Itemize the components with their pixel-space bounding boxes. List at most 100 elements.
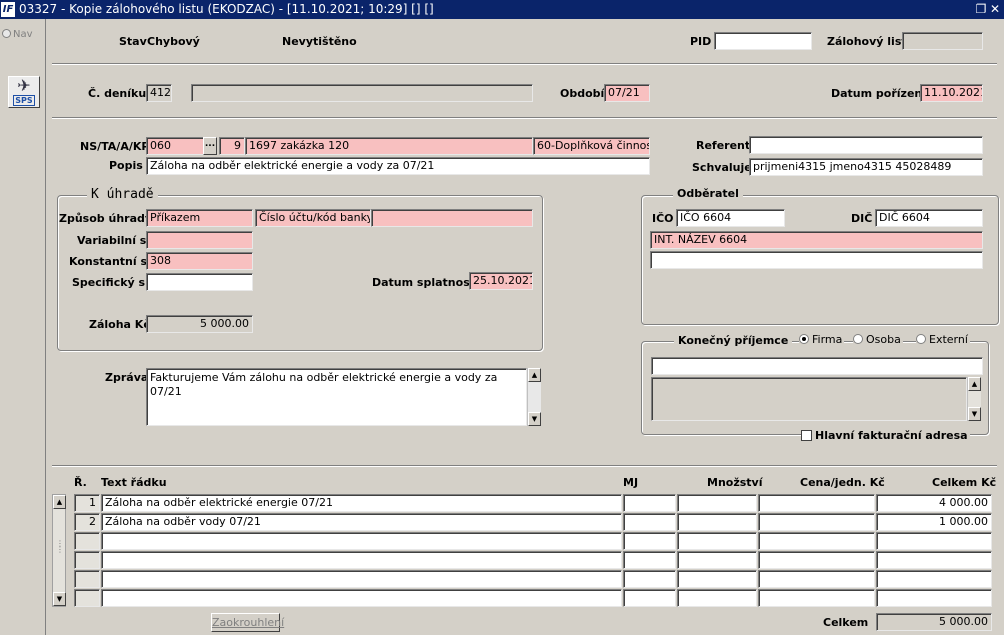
line-cell-text[interactable] xyxy=(101,532,622,550)
nav-toggle[interactable]: Nav xyxy=(2,29,33,40)
dic-field[interactable]: DIČ 6604 xyxy=(875,209,983,227)
kp-field[interactable]: 60-Doplňková činnost xyxy=(533,137,650,155)
line-cell-text[interactable] xyxy=(101,589,622,607)
line-cell-r[interactable] xyxy=(74,589,100,607)
ucet-field[interactable]: Číslo účtu/kód banky xyxy=(255,209,371,227)
line-cell-celkem[interactable] xyxy=(876,570,992,588)
celkem-label: Celkem xyxy=(823,616,869,629)
zaloha-field[interactable]: 5 000.00 xyxy=(146,315,253,333)
obdobi-field[interactable]: 07/21 xyxy=(604,84,650,102)
celkem-field[interactable]: 5 000.00 xyxy=(876,613,992,631)
line-cell-text[interactable]: Záloha na odběr elektrické energie 07/21 xyxy=(101,494,622,512)
referent-field[interactable] xyxy=(749,136,983,154)
line-cell-mj[interactable] xyxy=(623,513,676,531)
col-header-r: Ř. xyxy=(74,476,87,489)
ns-lov-button[interactable]: ... xyxy=(203,137,217,155)
prijemce-option-firma[interactable]: Firma xyxy=(799,333,845,346)
datum-porizeni-label: Datum pořízení xyxy=(831,87,927,100)
line-cell-mnozstvi[interactable] xyxy=(677,494,757,512)
main-form: Stav Chybový Nevytištěno PID Zálohový li… xyxy=(47,19,1004,635)
line-cell-mj[interactable] xyxy=(623,589,676,607)
line-cell-text[interactable] xyxy=(101,551,622,569)
referent-label: Referent xyxy=(696,139,751,152)
line-cell-mnozstvi[interactable] xyxy=(677,570,757,588)
zprava-field[interactable]: Fakturujeme Vám zálohu na odběr elektric… xyxy=(146,368,527,426)
line-cell-r[interactable]: 2 xyxy=(74,513,100,531)
line-cell-celkem[interactable]: 4 000.00 xyxy=(876,494,992,512)
restore-icon[interactable]: ❐ xyxy=(974,1,988,17)
line-cell-cena[interactable] xyxy=(758,551,875,569)
sps-button[interactable]: ✈ SPS xyxy=(8,76,40,108)
prijemce-option-osoba[interactable]: Osoba xyxy=(853,333,903,346)
line-cell-celkem[interactable] xyxy=(876,532,992,550)
a-field[interactable]: 1697 zakázka 120 xyxy=(245,137,533,155)
splatnost-field[interactable]: 25.10.2021 xyxy=(469,272,533,290)
banka-field[interactable] xyxy=(371,209,533,227)
ico-field[interactable]: IČO 6604 xyxy=(676,209,785,227)
uhrada-title: K úhradě xyxy=(87,187,158,202)
line-cell-r[interactable] xyxy=(74,551,100,569)
line-cell-r[interactable]: 1 xyxy=(74,494,100,512)
line-cell-cena[interactable] xyxy=(758,513,875,531)
denik-label: Č. deníku xyxy=(88,87,147,100)
ns-field[interactable]: 060 xyxy=(146,137,204,155)
konstantni-field[interactable]: 308 xyxy=(146,252,253,270)
prijemce-name-field[interactable] xyxy=(651,357,983,375)
line-cell-mj[interactable] xyxy=(623,494,676,512)
hlavni-adresa-checkbox[interactable]: Hlavní fakturační adresa xyxy=(801,429,970,442)
line-cell-mnozstvi[interactable] xyxy=(677,532,757,550)
schvaluje-label: Schvaluje xyxy=(692,161,752,174)
zpusob-uhrady-field[interactable]: Příkazem xyxy=(146,209,253,227)
checkbox-icon xyxy=(801,430,812,441)
denik-desc-field[interactable] xyxy=(191,84,533,102)
prijemce-option-externi[interactable]: Externí xyxy=(916,333,970,346)
scroll-down-icon[interactable]: ▼ xyxy=(528,412,541,426)
pid-field[interactable] xyxy=(714,32,812,50)
line-cell-celkem[interactable] xyxy=(876,551,992,569)
schvaluje-field[interactable]: prijmeni4315 jmeno4315 45028489 xyxy=(749,158,983,176)
close-icon[interactable]: ✕ xyxy=(988,1,1002,17)
ta-field[interactable]: 9 xyxy=(219,137,245,155)
line-cell-cena[interactable] xyxy=(758,570,875,588)
line-cell-r[interactable] xyxy=(74,570,100,588)
scroll-up-icon[interactable]: ▲ xyxy=(53,495,66,509)
line-cell-mnozstvi[interactable] xyxy=(677,551,757,569)
line-cell-mj[interactable] xyxy=(623,532,676,550)
option-label: Externí xyxy=(929,333,968,346)
line-cell-cena[interactable] xyxy=(758,532,875,550)
line-cell-mnozstvi[interactable] xyxy=(677,513,757,531)
prijemce-scrollbar[interactable]: ▲ ▼ xyxy=(967,377,981,421)
line-cell-celkem[interactable] xyxy=(876,589,992,607)
scroll-down-icon[interactable]: ▼ xyxy=(968,407,981,421)
line-cell-text[interactable]: Záloha na odběr vody 07/21 xyxy=(101,513,622,531)
dic-label: DIČ xyxy=(851,212,873,225)
scroll-grip-icon[interactable]: ⋮ ⋮ xyxy=(56,540,64,554)
line-cell-r[interactable] xyxy=(74,532,100,550)
zaokrouhleni-button[interactable]: Zaokrouhlení xyxy=(211,613,284,632)
odberatel-nazev-field[interactable]: INT. NÁZEV 6604 xyxy=(650,231,983,249)
specificky-field[interactable] xyxy=(146,273,253,291)
line-cell-text[interactable] xyxy=(101,570,622,588)
line-cell-celkem[interactable]: 1 000.00 xyxy=(876,513,992,531)
zalohovy-list-field[interactable] xyxy=(902,32,983,50)
odberatel-extra-field[interactable] xyxy=(650,251,983,269)
prijemce-address-field[interactable] xyxy=(651,377,967,421)
denik-field[interactable]: 412 xyxy=(146,84,172,102)
line-cell-cena[interactable] xyxy=(758,494,875,512)
popis-field[interactable]: Záloha na odběr elektrické energie a vod… xyxy=(146,157,650,175)
col-header-mnozstvi: Množství xyxy=(707,476,763,489)
hlavni-adresa-label: Hlavní fakturační adresa xyxy=(815,429,968,442)
scroll-down-icon[interactable]: ▼ xyxy=(53,592,66,606)
zprava-scrollbar[interactable]: ▲ ▼ xyxy=(527,368,541,426)
line-cell-mj[interactable] xyxy=(623,570,676,588)
scroll-up-icon[interactable]: ▲ xyxy=(528,368,541,382)
variabilni-field[interactable] xyxy=(146,231,253,249)
ns-label: NS/TA/A/KP xyxy=(80,140,150,153)
line-cell-mj[interactable] xyxy=(623,551,676,569)
scroll-up-icon[interactable]: ▲ xyxy=(968,377,981,391)
option-label: Firma xyxy=(812,333,843,346)
line-cell-mnozstvi[interactable] xyxy=(677,589,757,607)
line-cell-cena[interactable] xyxy=(758,589,875,607)
lines-scrollbar[interactable]: ▲ ⋮ ⋮ ▼ xyxy=(52,494,66,607)
datum-porizeni-field[interactable]: 11.10.2021 xyxy=(920,84,983,102)
